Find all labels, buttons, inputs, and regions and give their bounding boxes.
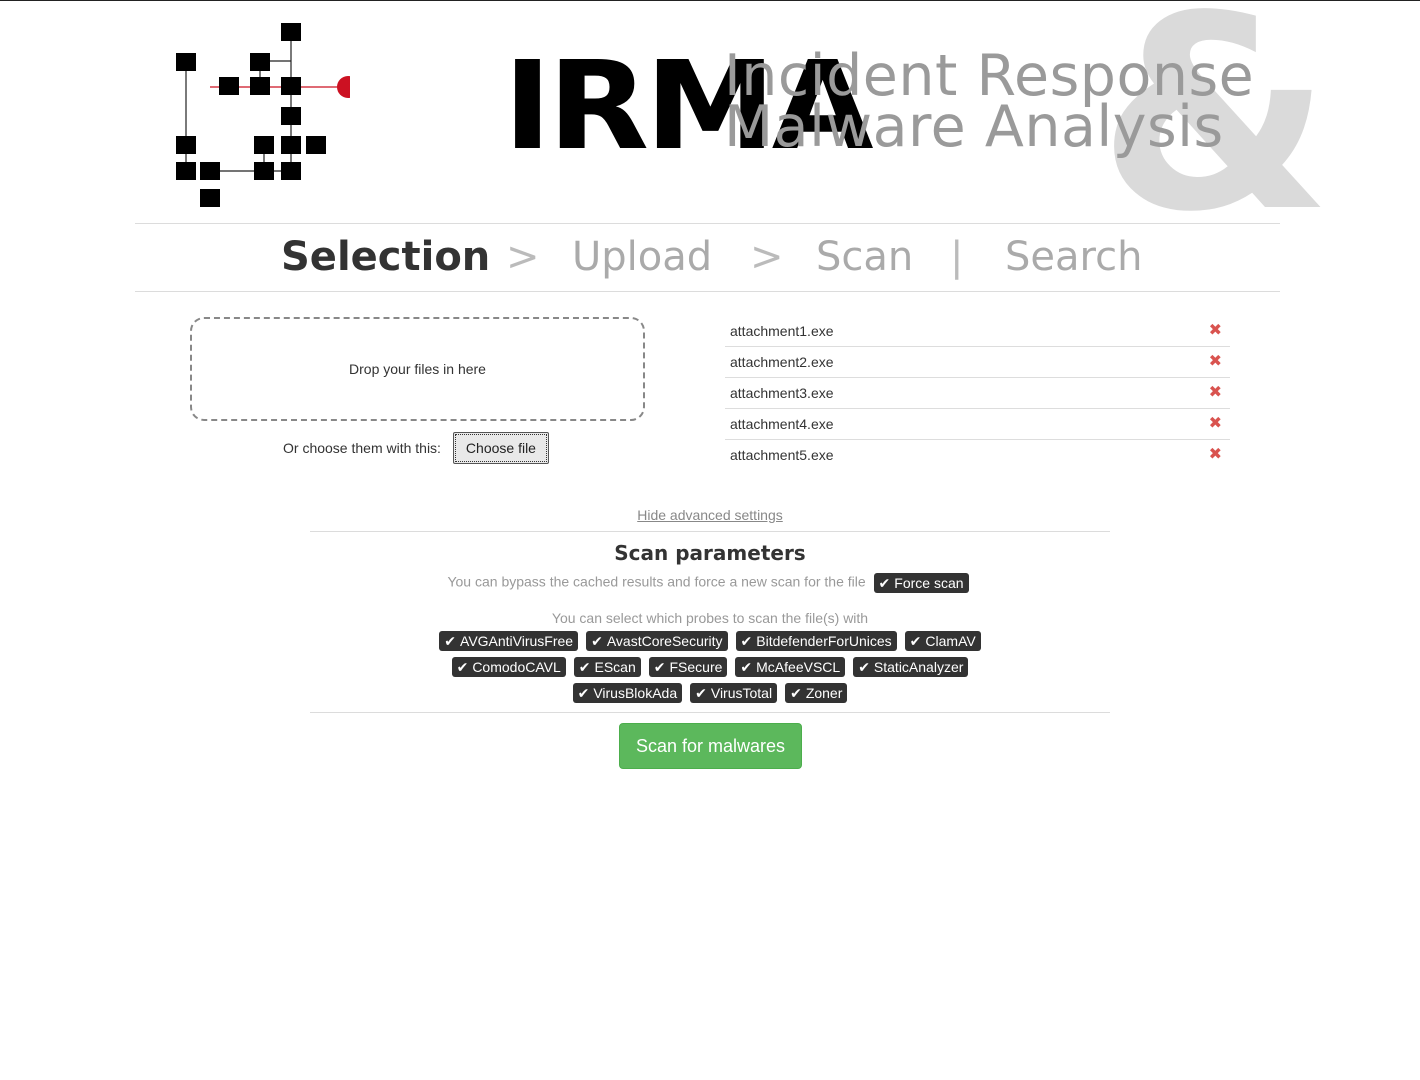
- step-nav: Selection > Upload > Scan | Search: [0, 224, 1420, 291]
- probe-toggle[interactable]: ✔ ComodoCAVL: [451, 657, 566, 677]
- step-scan[interactable]: Scan: [816, 234, 913, 280]
- file-name: attachment1.exe: [730, 323, 834, 339]
- advanced-top-divider: [310, 531, 1110, 532]
- choose-file-label: Or choose them with this:: [283, 440, 441, 456]
- probe-toggle[interactable]: ✔ ClamAV: [904, 631, 981, 651]
- scan-for-malwares-button[interactable]: Scan for malwares: [619, 723, 802, 769]
- file-name: attachment4.exe: [730, 416, 834, 432]
- probe-label: VirusBlokAda: [593, 685, 678, 701]
- tagline-line-2: Malware Analysis: [724, 94, 1224, 160]
- check-icon: ✔: [858, 659, 870, 675]
- step-upload[interactable]: Upload: [572, 234, 712, 280]
- header: & IRMA Incident Response Malware Analysi…: [0, 0, 1420, 249]
- step-separator: >: [506, 234, 540, 280]
- probe-label: AvastCoreSecurity: [606, 633, 723, 649]
- selected-file-list: attachment1.exe ✖ attachment2.exe ✖ atta…: [725, 316, 1230, 470]
- scan-parameters-title: Scan parameters: [614, 541, 806, 565]
- file-list-item: attachment5.exe ✖: [725, 440, 1230, 470]
- force-scan-label: Force scan: [894, 575, 964, 591]
- step-selection[interactable]: Selection: [281, 234, 490, 280]
- probe-toggle[interactable]: ✔ AvastCoreSecurity: [586, 631, 728, 651]
- check-icon: ✔: [909, 633, 922, 649]
- step-separator: |: [950, 234, 964, 280]
- tagline: Incident Response Malware Analysis: [724, 48, 1254, 160]
- probe-toggle[interactable]: ✔ BitdefenderForUnices: [735, 631, 897, 651]
- probe-toggle[interactable]: ✔ AVGAntiVirusFree: [439, 631, 579, 651]
- probe-label: EScan: [594, 659, 636, 675]
- check-icon: ✔: [740, 633, 753, 649]
- choose-file-button[interactable]: Choose file: [452, 432, 549, 464]
- check-icon: ✔: [740, 659, 753, 675]
- nav-divider: [135, 291, 1280, 292]
- choose-file-row: Or choose them with this: Choose file: [283, 431, 549, 465]
- force-scan-row: You can bypass the cached results and fo…: [0, 573, 1420, 593]
- irma-logo: IRMA: [170, 19, 874, 214]
- probe-toggle[interactable]: ✔ VirusBlokAda: [572, 683, 683, 703]
- probe-description: You can select which probes to scan the …: [551, 610, 869, 626]
- remove-file-icon[interactable]: ✖: [1209, 378, 1222, 408]
- file-list-item: attachment3.exe ✖: [725, 378, 1230, 409]
- file-name: attachment5.exe: [730, 447, 834, 463]
- file-list-item: attachment4.exe ✖: [725, 409, 1230, 440]
- force-scan-description: You can bypass the cached results and fo…: [447, 573, 866, 590]
- probe-label: McAfeeVSCL: [756, 659, 841, 675]
- probe-selector: ✔ AVGAntiVirusFree ✔ AvastCoreSecurity ✔ Bitd…: [0, 631, 1420, 709]
- check-icon: ✔: [591, 633, 603, 649]
- probe-label: ClamAV: [925, 633, 976, 649]
- advanced-toggle-row: Hide advanced settings: [0, 507, 1420, 523]
- probe-label: VirusTotal: [710, 685, 773, 701]
- dropzone-label: Drop your files in here: [349, 361, 486, 377]
- remove-file-icon[interactable]: ✖: [1209, 347, 1222, 377]
- probe-label: BitdefenderForUnices: [756, 633, 892, 649]
- probe-toggle[interactable]: ✔ Zoner: [785, 683, 848, 703]
- file-name: attachment3.exe: [730, 385, 834, 401]
- probe-label: AVGAntiVirusFree: [460, 633, 574, 649]
- network-graph-icon: [176, 23, 350, 207]
- check-icon: ✔: [790, 685, 802, 701]
- probe-toggle[interactable]: ✔ VirusTotal: [690, 683, 778, 703]
- advanced-bottom-divider: [310, 712, 1110, 713]
- check-icon: ✔: [577, 685, 590, 701]
- remove-file-icon[interactable]: ✖: [1209, 316, 1222, 346]
- check-icon: ✔: [456, 659, 469, 675]
- remove-file-icon[interactable]: ✖: [1209, 440, 1222, 470]
- probe-toggle[interactable]: ✔ FSecure: [648, 657, 728, 677]
- probe-label: FSecure: [669, 659, 723, 675]
- probe-label: StaticAnalyzer: [873, 659, 964, 675]
- file-dropzone[interactable]: Drop your files in here: [190, 317, 645, 421]
- check-icon: ✔: [653, 659, 666, 675]
- hide-advanced-settings-link[interactable]: Hide advanced settings: [637, 507, 783, 523]
- force-scan-toggle[interactable]: ✔ Force scan: [873, 573, 969, 593]
- file-name: attachment2.exe: [730, 354, 834, 370]
- step-separator: >: [750, 234, 784, 280]
- probe-label: ComodoCAVL: [472, 659, 561, 675]
- probe-toggle[interactable]: ✔ McAfeeVSCL: [735, 657, 846, 677]
- file-list-item: attachment1.exe ✖: [725, 316, 1230, 347]
- step-search[interactable]: Search: [1005, 234, 1142, 280]
- probe-label: Zoner: [805, 685, 843, 701]
- probe-toggle[interactable]: ✔ EScan: [573, 657, 641, 677]
- check-icon: ✔: [578, 659, 591, 675]
- check-icon: ✔: [695, 685, 707, 701]
- probe-toggle[interactable]: ✔ StaticAnalyzer: [853, 657, 969, 677]
- remove-file-icon[interactable]: ✖: [1209, 409, 1222, 439]
- check-icon: ✔: [878, 575, 891, 591]
- file-list-item: attachment2.exe ✖: [725, 347, 1230, 378]
- check-icon: ✔: [444, 633, 457, 649]
